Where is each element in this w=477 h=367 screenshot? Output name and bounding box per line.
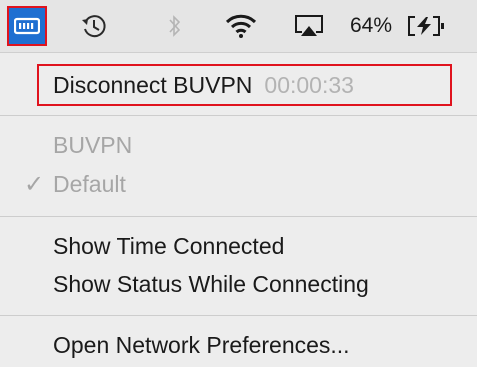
show-time-connected-item[interactable]: Show Time Connected — [0, 227, 477, 265]
menu-separator — [0, 315, 477, 316]
open-network-preferences-label: Open Network Preferences... — [53, 331, 350, 358]
menu-separator — [0, 115, 477, 116]
time-machine-icon[interactable] — [74, 0, 114, 52]
bluetooth-icon[interactable] — [160, 0, 190, 52]
menu-separator — [0, 216, 477, 217]
battery-percentage[interactable]: 64% — [342, 0, 400, 52]
disconnect-label: Disconnect BUVPN — [53, 71, 253, 98]
show-status-label: Show Status While Connecting — [53, 270, 369, 297]
airplay-icon[interactable] — [288, 0, 330, 52]
vpn-menu-button[interactable] — [6, 5, 48, 47]
menu-bar: 64% — [0, 0, 477, 53]
connection-timer: 00:00:33 — [264, 71, 354, 98]
configuration-label: Default — [53, 170, 126, 197]
show-time-connected-label: Show Time Connected — [53, 232, 285, 259]
vpn-name-label: BUVPN — [53, 131, 133, 158]
open-network-preferences-item[interactable]: Open Network Preferences... — [0, 326, 477, 364]
vpn-name-header: BUVPN — [0, 126, 477, 164]
vpn-dropdown-menu: Disconnect BUVPN 00:00:33 BUVPN ✓ Default… — [0, 53, 477, 367]
show-status-while-connecting-item[interactable]: Show Status While Connecting — [0, 265, 477, 303]
checkmark-icon: ✓ — [24, 170, 45, 198]
configuration-default-item: ✓ Default — [0, 165, 477, 203]
wifi-icon[interactable] — [218, 0, 264, 52]
battery-charging-icon[interactable] — [400, 0, 452, 52]
disconnect-vpn-item[interactable]: Disconnect BUVPN 00:00:33 — [0, 66, 477, 104]
vpn-status-icon[interactable] — [7, 6, 47, 46]
